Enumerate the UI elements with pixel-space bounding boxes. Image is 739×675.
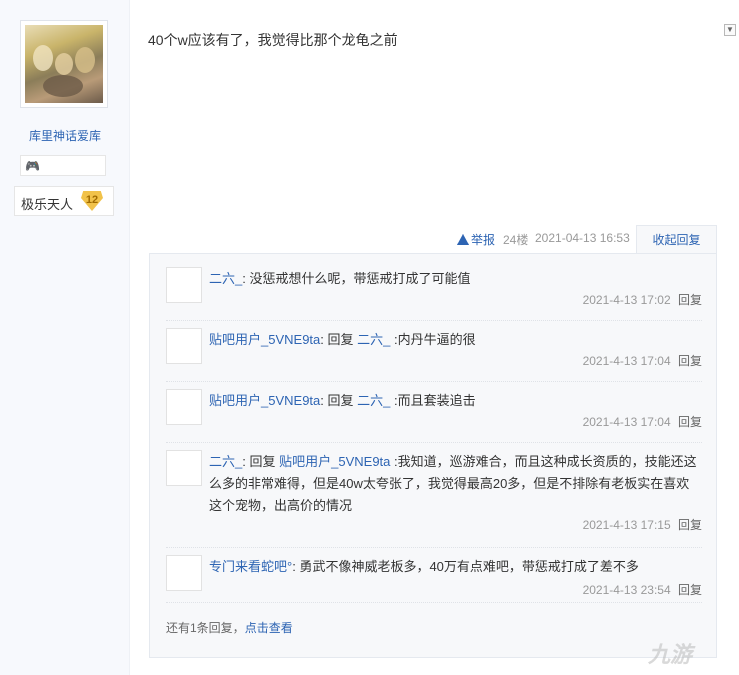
reply-avatar[interactable] (166, 328, 202, 364)
reply-body: 贴吧用户_5VNE9ta: 回复 二六_ :而且套装追击 (209, 393, 476, 408)
reply-item: 二六_: 回复 贴吧用户_5VNE9ta :我知道，巡游难合，而且这种成长资质的… (166, 450, 702, 548)
reply-body: 二六_: 回复 贴吧用户_5VNE9ta :我知道，巡游难合，而且这种成长资质的… (209, 454, 697, 513)
report-link[interactable]: 举报 (457, 231, 495, 248)
reply-meta: 2021-4-13 17:15 回复 (583, 516, 702, 533)
reply-item: 贴吧用户_5VNE9ta: 回复 二六_ :内丹牛逼的很 2021-4-13 1… (166, 328, 702, 382)
reply-body: 贴吧用户_5VNE9ta: 回复 二六_ :内丹牛逼的很 (209, 332, 476, 347)
reply-item: 二六_: 没惩戒想什么呢，带惩戒打成了可能值 2021-4-13 17:02 回… (166, 267, 702, 321)
level-name: 极乐天人 (21, 197, 74, 212)
reply-item: 专门来看蛇吧°: 勇武不像神威老板多，40万有点难吧，带惩戒打成了差不多 202… (166, 555, 702, 603)
reply-target-user[interactable]: 贴吧用户_5VNE9ta (279, 454, 390, 469)
author-level[interactable]: 极乐天人 12 (14, 186, 114, 216)
reply-button[interactable]: 回复 (678, 583, 702, 597)
reply-button[interactable]: 回复 (678, 415, 702, 429)
reply-username[interactable]: 二六_ (209, 454, 242, 469)
warning-icon (457, 234, 469, 245)
chevron-down-icon[interactable]: ▼ (724, 24, 736, 36)
reply-time: 2021-4-13 17:15 (582, 518, 671, 532)
reply-text: 没惩戒想什么呢，带惩戒打成了可能值 (249, 271, 471, 286)
reply-meta: 2021-4-13 17:02 回复 (583, 291, 702, 308)
reply-meta: 2021-4-13 17:04 回复 (583, 413, 702, 430)
reply-target-user[interactable]: 二六_ (357, 332, 390, 347)
reply-meta: 2021-4-13 17:04 回复 (583, 352, 702, 369)
reply-panel: 二六_: 没惩戒想什么呢，带惩戒打成了可能值 2021-4-13 17:02 回… (149, 253, 717, 658)
reply-avatar[interactable] (166, 450, 202, 486)
site-watermark: 九游 (648, 642, 693, 667)
reply-text: 勇武不像神威老板多，40万有点难吧，带惩戒打成了差不多 (299, 559, 639, 574)
author-sidebar: 库里神话爱库 🎮 极乐天人 12 (0, 0, 130, 675)
post-content: 40个w应该有了，我觉得比那个龙龟之前 (148, 32, 398, 48)
reply-avatar[interactable] (166, 555, 202, 591)
floor-number: 24楼 (503, 233, 529, 247)
reply-target-user[interactable]: 二六_ (357, 393, 390, 408)
reply-time: 2021-4-13 23:54 (582, 583, 671, 597)
reply-button[interactable]: 回复 (678, 518, 702, 532)
reply-username[interactable]: 贴吧用户_5VNE9ta (209, 393, 320, 408)
reply-button[interactable]: 回复 (678, 293, 702, 307)
post-time: 2021-04-13 16:53 (535, 231, 630, 245)
report-label: 举报 (471, 233, 496, 247)
more-replies: 还有1条回复，点击查看 (166, 621, 293, 635)
reply-text: :内丹牛逼的很 (394, 332, 476, 347)
author-avatar[interactable] (20, 20, 108, 108)
avatar-image (25, 25, 103, 103)
reply-button[interactable]: 回复 (678, 354, 702, 368)
author-badge[interactable]: 🎮 (20, 155, 106, 176)
reply-item: 贴吧用户_5VNE9ta: 回复 二六_ :而且套装追击 2021-4-13 1… (166, 389, 702, 443)
reply-username[interactable]: 贴吧用户_5VNE9ta (209, 332, 320, 347)
game-controller-icon: 🎮 (25, 159, 40, 173)
reply-body: 专门来看蛇吧°: 勇武不像神威老板多，40万有点难吧，带惩戒打成了差不多 (209, 559, 639, 574)
view-more-link[interactable]: 点击查看 (245, 621, 293, 635)
reply-username[interactable]: 二六_ (209, 271, 242, 286)
reply-body: 二六_: 没惩戒想什么呢，带惩戒打成了可能值 (209, 271, 471, 286)
author-username[interactable]: 库里神话爱库 (0, 127, 130, 144)
reply-time: 2021-4-13 17:04 (582, 415, 671, 429)
reply-avatar[interactable] (166, 389, 202, 425)
reply-text: :而且套装追击 (394, 393, 476, 408)
reply-meta: 2021-4-13 23:54 回复 (583, 581, 702, 598)
reply-time: 2021-4-13 17:02 (582, 293, 671, 307)
reply-time: 2021-4-13 17:04 (582, 354, 671, 368)
reply-avatar[interactable] (166, 267, 202, 303)
level-badge: 12 (81, 191, 103, 211)
reply-username[interactable]: 专门来看蛇吧° (209, 559, 292, 574)
collapse-replies-button[interactable]: 收起回复 (636, 225, 717, 254)
